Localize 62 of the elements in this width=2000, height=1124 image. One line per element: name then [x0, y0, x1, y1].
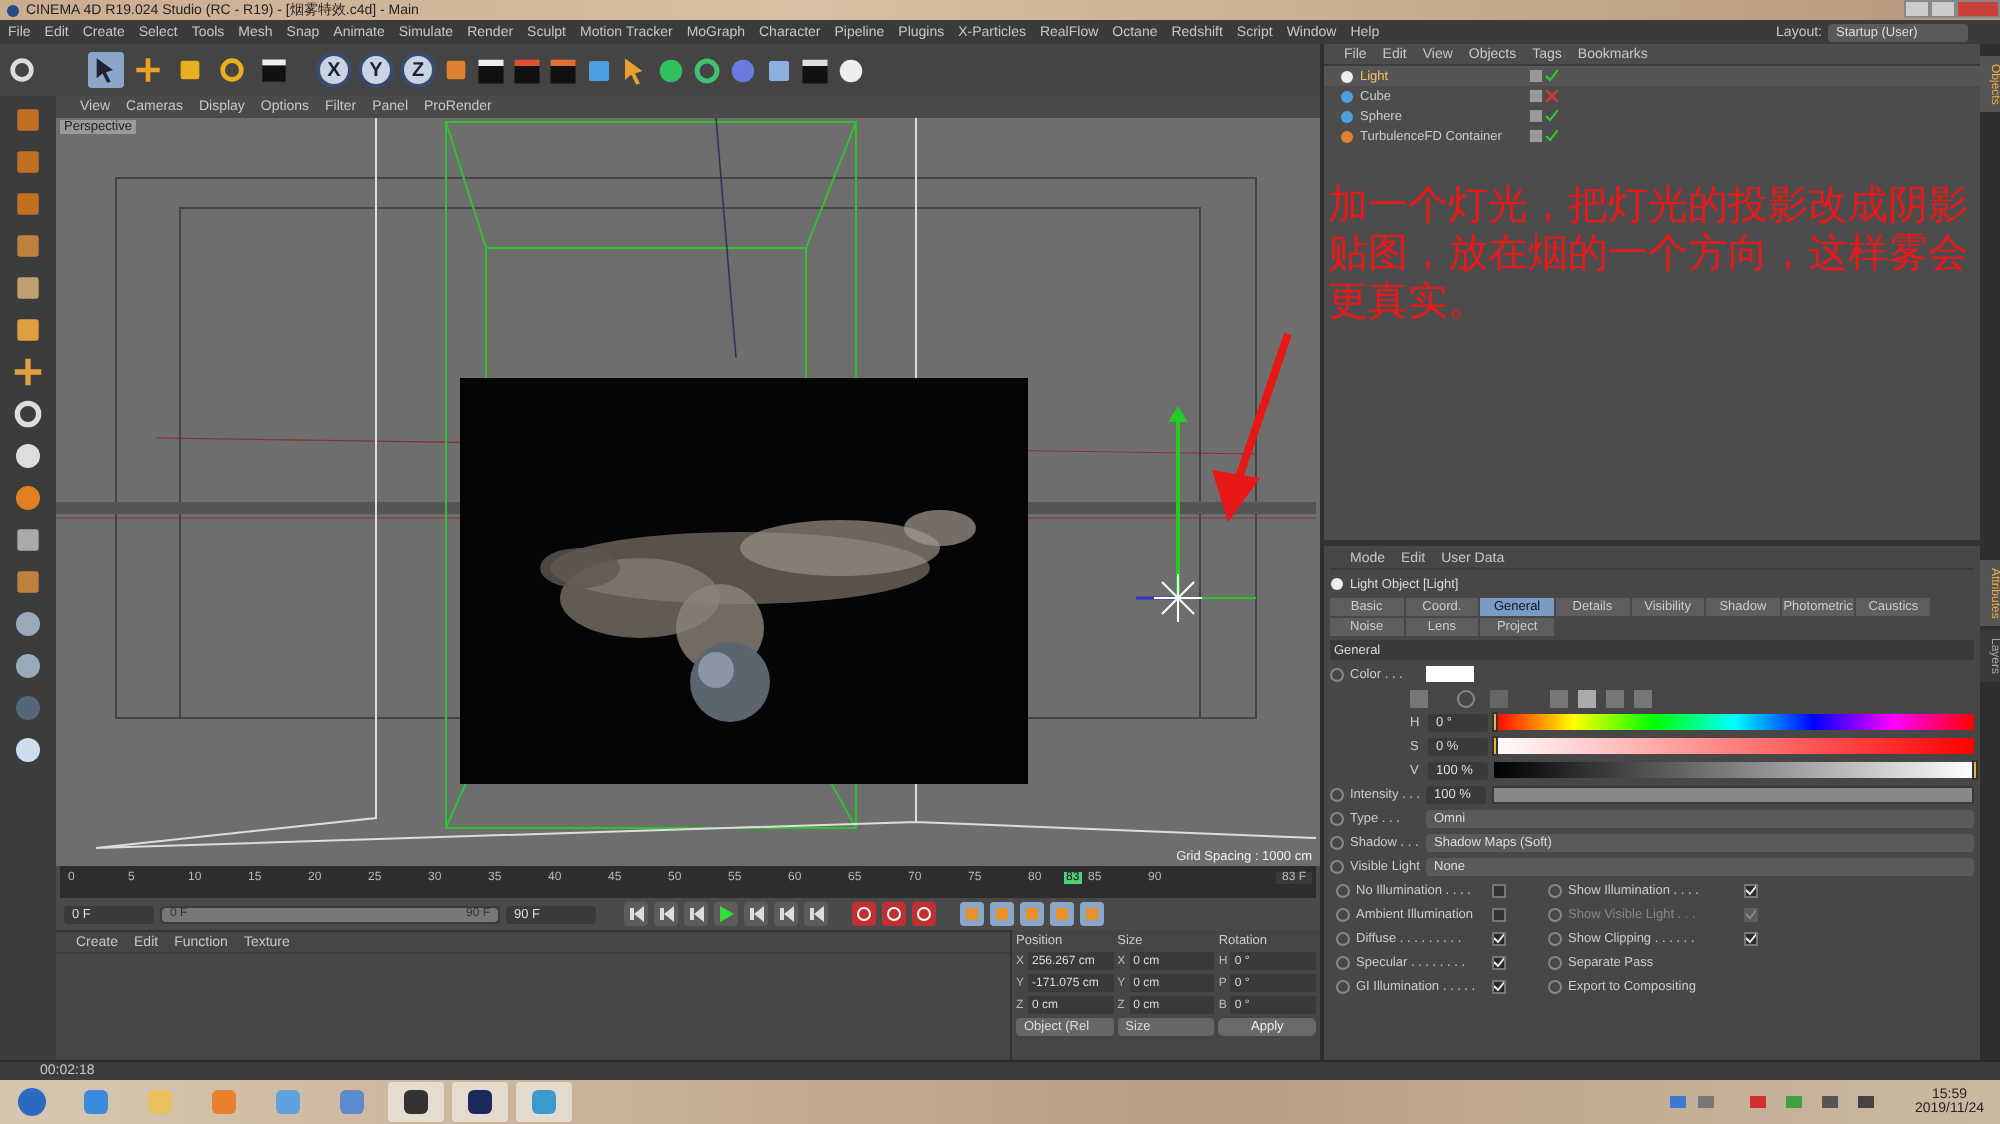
checkbox[interactable] — [1744, 931, 1758, 945]
rewind-icon[interactable] — [658, 906, 674, 922]
animation-dot[interactable] — [1336, 907, 1350, 921]
sphere-icon[interactable] — [12, 650, 44, 682]
color-swatch[interactable] — [1426, 666, 1474, 682]
checkbox[interactable] — [1492, 907, 1506, 921]
clapperboard-icon[interactable] — [548, 55, 578, 85]
animation-dot[interactable] — [1548, 979, 1562, 993]
checkbox[interactable] — [1744, 883, 1758, 897]
animation-dot[interactable] — [1330, 811, 1344, 825]
animation-dot[interactable] — [1330, 667, 1344, 681]
animation-dot[interactable] — [1330, 859, 1344, 873]
minimize-button[interactable] — [1904, 0, 1930, 18]
animation-dot[interactable] — [1336, 979, 1350, 993]
start-icon[interactable] — [16, 1086, 48, 1118]
status-icon[interactable] — [1530, 69, 1558, 83]
cube-icon[interactable] — [12, 104, 44, 136]
animation-dot[interactable] — [1330, 835, 1344, 849]
checkbox[interactable] — [1492, 979, 1506, 993]
animation-dot[interactable] — [1548, 883, 1562, 897]
axis-lock-button[interactable]: Y — [358, 52, 394, 88]
browser-icon[interactable] — [82, 1088, 110, 1116]
clapperboard-icon[interactable] — [260, 56, 288, 84]
animation-dot[interactable] — [1336, 931, 1350, 945]
cube-icon[interactable] — [584, 55, 614, 85]
axis-lock-button[interactable]: Z — [400, 52, 436, 88]
color-slider[interactable] — [1494, 714, 1974, 730]
checkbox[interactable] — [1492, 883, 1506, 897]
step-forward-icon[interactable] — [748, 906, 764, 922]
color-slider[interactable] — [1494, 762, 1974, 778]
play-icon[interactable] — [718, 906, 734, 922]
skip-forward-icon[interactable] — [808, 906, 824, 922]
maximize-button[interactable] — [1930, 0, 1956, 18]
skip-back-icon[interactable] — [628, 906, 644, 922]
sphere-icon[interactable] — [12, 608, 44, 640]
status-icon[interactable] — [1530, 89, 1558, 103]
axis-icon[interactable] — [12, 356, 44, 388]
slider-thumb[interactable] — [1492, 712, 1498, 732]
color-slider[interactable] — [1494, 738, 1974, 754]
app-icon — [6, 3, 20, 17]
slider-thumb[interactable] — [1972, 760, 1978, 780]
checkbox[interactable] — [1492, 955, 1506, 969]
undo-icon[interactable] — [8, 56, 36, 84]
animation-dot[interactable] — [1548, 907, 1562, 921]
cube-icon[interactable] — [12, 230, 44, 262]
animation-dot[interactable] — [1336, 883, 1350, 897]
checkbox[interactable] — [1492, 931, 1506, 945]
animation-dot[interactable] — [1336, 955, 1350, 969]
status-icon[interactable] — [1530, 129, 1558, 143]
animation-dot[interactable] — [1548, 955, 1562, 969]
loop-icon[interactable] — [778, 906, 794, 922]
cube-icon[interactable] — [12, 272, 44, 304]
sphere-icon[interactable] — [12, 734, 44, 766]
slider-thumb[interactable] — [1492, 736, 1498, 756]
status-icon[interactable] — [1530, 109, 1558, 123]
step-back-icon[interactable] — [688, 906, 704, 922]
clapperboard-icon[interactable] — [476, 55, 506, 85]
animation-dot[interactable] — [1548, 931, 1562, 945]
cube-icon[interactable] — [12, 314, 44, 346]
axis-lock-button[interactable]: X — [316, 52, 352, 88]
annotation-text: 加一个灯光，把灯光的投影改成阴影贴图，放在烟的一个方向，这样雾会更真实。 — [1328, 180, 1970, 324]
animation-dot[interactable] — [1330, 787, 1344, 801]
